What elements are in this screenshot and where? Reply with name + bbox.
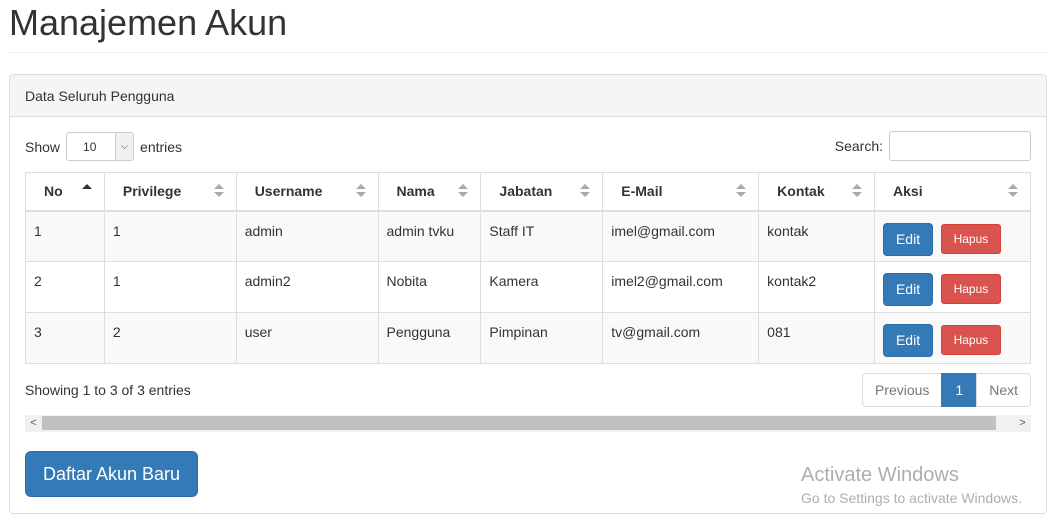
activate-windows-watermark: Activate Windows Go to Settings to activ… bbox=[801, 463, 1022, 508]
cell-aksi: Edit Hapus bbox=[874, 261, 1031, 313]
sort-icon bbox=[1008, 184, 1018, 198]
scroll-right-icon[interactable]: > bbox=[1014, 415, 1031, 432]
title-divider bbox=[9, 52, 1047, 53]
edit-button[interactable]: Edit bbox=[883, 273, 934, 306]
column-header-privilege[interactable]: Privilege bbox=[103, 172, 237, 212]
users-table: No Privilege Username Nama Jabatan E-Mai… bbox=[25, 172, 1031, 364]
cell-privilege: 1 bbox=[103, 210, 237, 262]
column-header-aksi[interactable]: Aksi bbox=[874, 172, 1031, 212]
sort-icon bbox=[852, 184, 863, 198]
sort-icon bbox=[580, 184, 591, 198]
sort-icon bbox=[458, 184, 469, 198]
register-account-button[interactable]: Daftar Akun Baru bbox=[25, 451, 198, 497]
cell-jabatan: Staff IT bbox=[480, 210, 604, 262]
entries-select-value: 10 bbox=[83, 140, 97, 154]
cell-no: 3 bbox=[25, 312, 105, 364]
column-header-kontak[interactable]: Kontak bbox=[758, 172, 876, 212]
sort-asc-icon bbox=[81, 184, 92, 198]
edit-button[interactable]: Edit bbox=[883, 324, 934, 357]
cell-nama: Nobita bbox=[377, 261, 482, 313]
scrollbar-thumb[interactable] bbox=[42, 416, 996, 430]
show-label: Show bbox=[25, 138, 61, 155]
cell-privilege: 2 bbox=[103, 312, 237, 364]
cell-nama: Pengguna bbox=[377, 312, 482, 364]
cell-email: tv@gmail.com bbox=[602, 312, 760, 364]
cell-email: imel2@gmail.com bbox=[602, 261, 760, 313]
cell-aksi: Edit Hapus bbox=[874, 210, 1031, 262]
entries-label: entries bbox=[140, 138, 183, 155]
column-header-nama[interactable]: Nama bbox=[377, 172, 482, 212]
cell-no: 2 bbox=[25, 261, 105, 313]
panel-heading: Data Seluruh Pengguna bbox=[10, 75, 1046, 117]
search-control: Search: bbox=[835, 131, 1031, 161]
watermark-title: Activate Windows bbox=[801, 464, 959, 486]
pagination: Previous 1 Next bbox=[861, 373, 1031, 407]
users-panel: Data Seluruh Pengguna Show 10 ⌵ entries … bbox=[9, 74, 1047, 514]
cell-kontak: kontak2 bbox=[758, 261, 876, 313]
delete-button[interactable]: Hapus bbox=[940, 274, 1001, 304]
table-header-row: No Privilege Username Nama Jabatan E-Mai… bbox=[25, 172, 1031, 212]
horizontal-scrollbar[interactable]: < > bbox=[25, 415, 1031, 432]
table-row: 1 1 admin admin tvku Staff IT imel@gmail… bbox=[25, 210, 1031, 262]
cell-email: imel@gmail.com bbox=[602, 210, 760, 262]
cell-no: 1 bbox=[25, 210, 105, 262]
column-header-jabatan[interactable]: Jabatan bbox=[480, 172, 604, 212]
previous-button[interactable]: Previous bbox=[861, 373, 943, 407]
sort-icon bbox=[736, 184, 747, 198]
delete-button[interactable]: Hapus bbox=[940, 223, 1001, 254]
table-row: 2 1 admin2 Nobita Kamera imel2@gmail.com… bbox=[25, 261, 1031, 313]
table-row: 3 2 user Pengguna Pimpinan tv@gmail.com … bbox=[25, 312, 1031, 364]
cell-kontak: 081 bbox=[758, 312, 876, 364]
entries-length-control: Show 10 ⌵ entries bbox=[25, 132, 182, 161]
delete-button[interactable]: Hapus bbox=[940, 325, 1001, 355]
cell-username: admin2 bbox=[235, 261, 379, 313]
cell-username: admin bbox=[235, 210, 379, 262]
column-header-no[interactable]: No bbox=[25, 172, 105, 212]
edit-button[interactable]: Edit bbox=[883, 222, 934, 256]
cell-kontak: kontak bbox=[758, 210, 876, 262]
watermark-subtitle: Go to Settings to activate Windows. bbox=[801, 490, 1022, 506]
page-title: Manajemen Akun bbox=[9, 2, 288, 43]
sort-icon bbox=[213, 184, 224, 198]
column-header-username[interactable]: Username bbox=[235, 172, 379, 212]
cell-aksi: Edit Hapus bbox=[874, 312, 1031, 364]
next-button[interactable]: Next bbox=[976, 373, 1031, 407]
column-header-email[interactable]: E-Mail bbox=[602, 172, 760, 212]
cell-nama: admin tvku bbox=[377, 210, 482, 262]
cell-privilege: 1 bbox=[103, 261, 237, 313]
entries-select[interactable]: 10 ⌵ bbox=[66, 132, 135, 161]
scroll-left-icon[interactable]: < bbox=[25, 415, 42, 432]
table-info: Showing 1 to 3 of 3 entries bbox=[25, 382, 191, 398]
search-label: Search: bbox=[834, 138, 883, 154]
sort-icon bbox=[355, 184, 366, 198]
cell-jabatan: Pimpinan bbox=[480, 312, 604, 364]
cell-username: user bbox=[235, 312, 379, 364]
chevron-down-icon: ⌵ bbox=[115, 133, 134, 160]
cell-jabatan: Kamera bbox=[480, 261, 604, 313]
page-1-button[interactable]: 1 bbox=[941, 373, 978, 407]
search-input[interactable] bbox=[889, 131, 1031, 161]
